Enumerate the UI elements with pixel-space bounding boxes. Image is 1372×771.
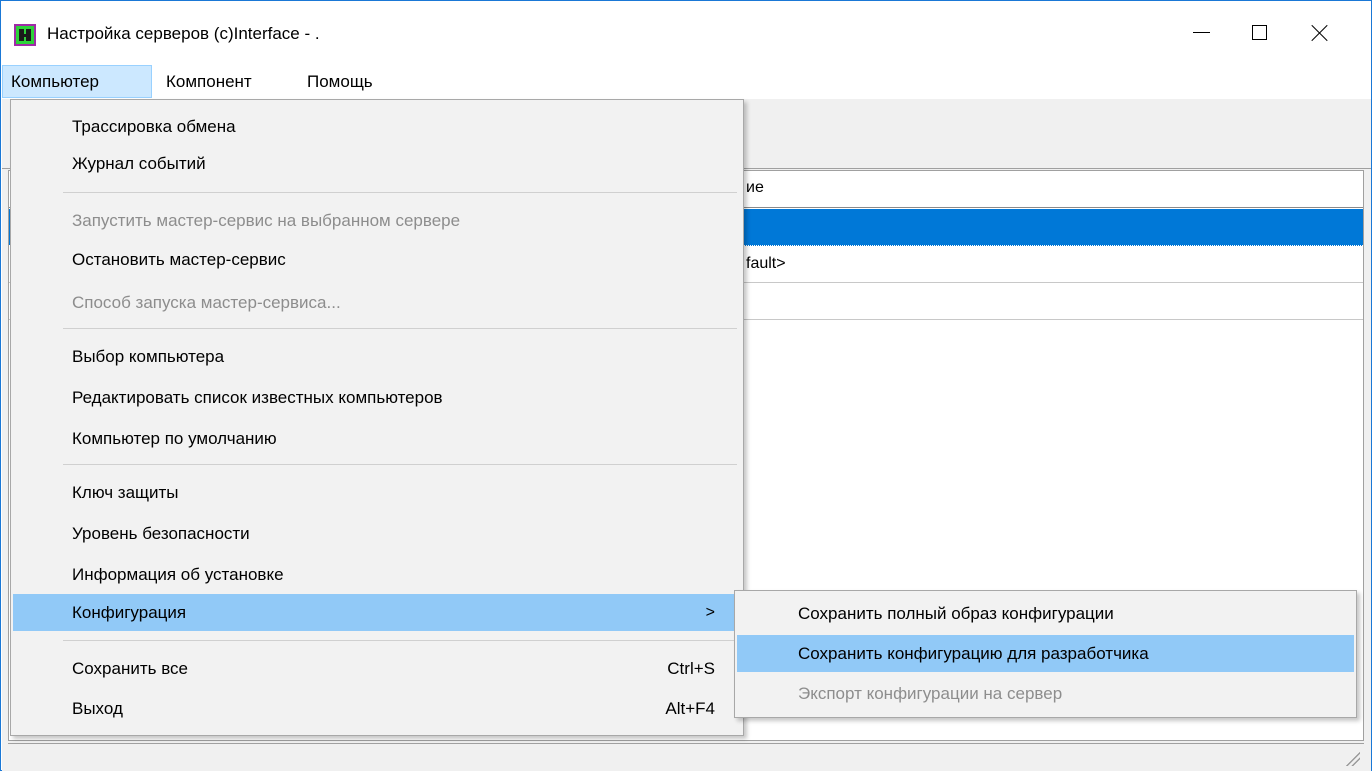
- menu-item-label: Остановить мастер-сервис: [72, 250, 286, 269]
- menu-item-label: Сохранить конфигурацию для разработчика: [798, 644, 1149, 663]
- title-bar[interactable]: Настройка серверов (c)Interface - .: [1, 1, 1371, 64]
- menu-item-save-all[interactable]: Сохранить все Ctrl+S: [13, 650, 741, 687]
- menu-item-label: Выход: [72, 699, 123, 718]
- submenu-item-export-to-server[interactable]: Экспорт конфигурации на сервер: [737, 675, 1354, 712]
- resize-grip-icon[interactable]: [1344, 750, 1360, 766]
- chevron-right-icon: >: [705, 604, 715, 621]
- menu-component[interactable]: Компонент: [158, 65, 260, 98]
- menu-separator: [63, 640, 737, 641]
- menu-item-exit[interactable]: Выход Alt+F4: [13, 690, 741, 727]
- menu-item-security-key[interactable]: Ключ защиты: [13, 474, 741, 511]
- menu-item-label: Экспорт конфигурации на сервер: [798, 684, 1063, 703]
- menu-item-label: Конфигурация: [72, 603, 187, 622]
- menu-item-select-computer[interactable]: Выбор компьютера: [13, 338, 741, 375]
- menu-item-label: Ключ защиты: [72, 483, 179, 502]
- menu-item-label: Выбор компьютера: [72, 347, 225, 366]
- menu-separator: [63, 328, 737, 329]
- menu-item-label: Сохранить полный образ конфигурации: [798, 604, 1114, 623]
- menu-item-edit-known-computers[interactable]: Редактировать список известных компьютер…: [13, 379, 741, 416]
- app-icon[interactable]: [14, 24, 36, 46]
- menu-item-configuration[interactable]: Конфигурация >: [13, 594, 741, 631]
- menu-item-event-log[interactable]: Журнал событий: [13, 145, 741, 182]
- computer-menu-dropdown: Трассировка обмена Журнал событий Запуст…: [10, 99, 744, 736]
- menu-computer[interactable]: Компьютер: [2, 65, 152, 98]
- menu-item-trace-exchange[interactable]: Трассировка обмена: [13, 108, 741, 145]
- menu-item-label: Запустить мастер-сервис на выбранном сер…: [72, 211, 461, 230]
- configuration-submenu: Сохранить полный образ конфигурации Сохр…: [734, 590, 1357, 718]
- menu-item-label: Информация об установке: [72, 565, 284, 584]
- menu-item-label: Трассировка обмена: [72, 117, 236, 136]
- menu-item-security-level[interactable]: Уровень безопасности: [13, 515, 741, 552]
- menu-separator: [63, 464, 737, 465]
- menu-separator: [63, 192, 737, 193]
- close-icon: [1311, 24, 1329, 42]
- minimize-button[interactable]: [1172, 1, 1230, 64]
- menu-item-label: Журнал событий: [72, 154, 206, 173]
- menu-item-start-master-service[interactable]: Запустить мастер-сервис на выбранном сер…: [13, 202, 741, 239]
- menu-item-label: Редактировать список известных компьютер…: [72, 388, 443, 407]
- menu-item-default-computer[interactable]: Компьютер по умолчанию: [13, 420, 741, 457]
- menu-item-stop-master-service[interactable]: Остановить мастер-сервис: [13, 241, 741, 278]
- menu-help[interactable]: Помощь: [299, 65, 381, 98]
- menu-item-shortcut: Alt+F4: [665, 699, 715, 718]
- maximize-button[interactable]: [1230, 1, 1288, 64]
- column-header-label: ие: [746, 179, 764, 196]
- menu-item-label: Уровень безопасности: [72, 524, 250, 543]
- menu-item-label: Компьютер по умолчанию: [72, 429, 277, 448]
- menu-item-label: Способ запуска мастер-сервиса...: [72, 293, 341, 312]
- menu-item-label: Сохранить все: [72, 659, 188, 678]
- menu-item-shortcut: Ctrl+S: [667, 659, 715, 678]
- close-button[interactable]: [1291, 1, 1349, 64]
- minimize-icon: [1192, 32, 1210, 33]
- menu-bar: Компьютер Компонент Помощь: [1, 65, 1371, 98]
- status-bar: [8, 743, 1364, 770]
- menu-item-master-service-launch-mode[interactable]: Способ запуска мастер-сервиса...: [13, 284, 741, 321]
- submenu-item-save-developer-config[interactable]: Сохранить конфигурацию для разработчика: [737, 635, 1354, 672]
- submenu-item-save-full-image[interactable]: Сохранить полный образ конфигурации: [737, 595, 1354, 632]
- window-title: Настройка серверов (c)Interface - .: [47, 24, 320, 43]
- main-window: Настройка серверов (c)Interface - . Комп…: [0, 0, 1372, 771]
- menu-item-installation-info[interactable]: Информация об установке: [13, 556, 741, 593]
- row-text: fault>: [746, 255, 786, 272]
- maximize-icon: [1251, 25, 1267, 40]
